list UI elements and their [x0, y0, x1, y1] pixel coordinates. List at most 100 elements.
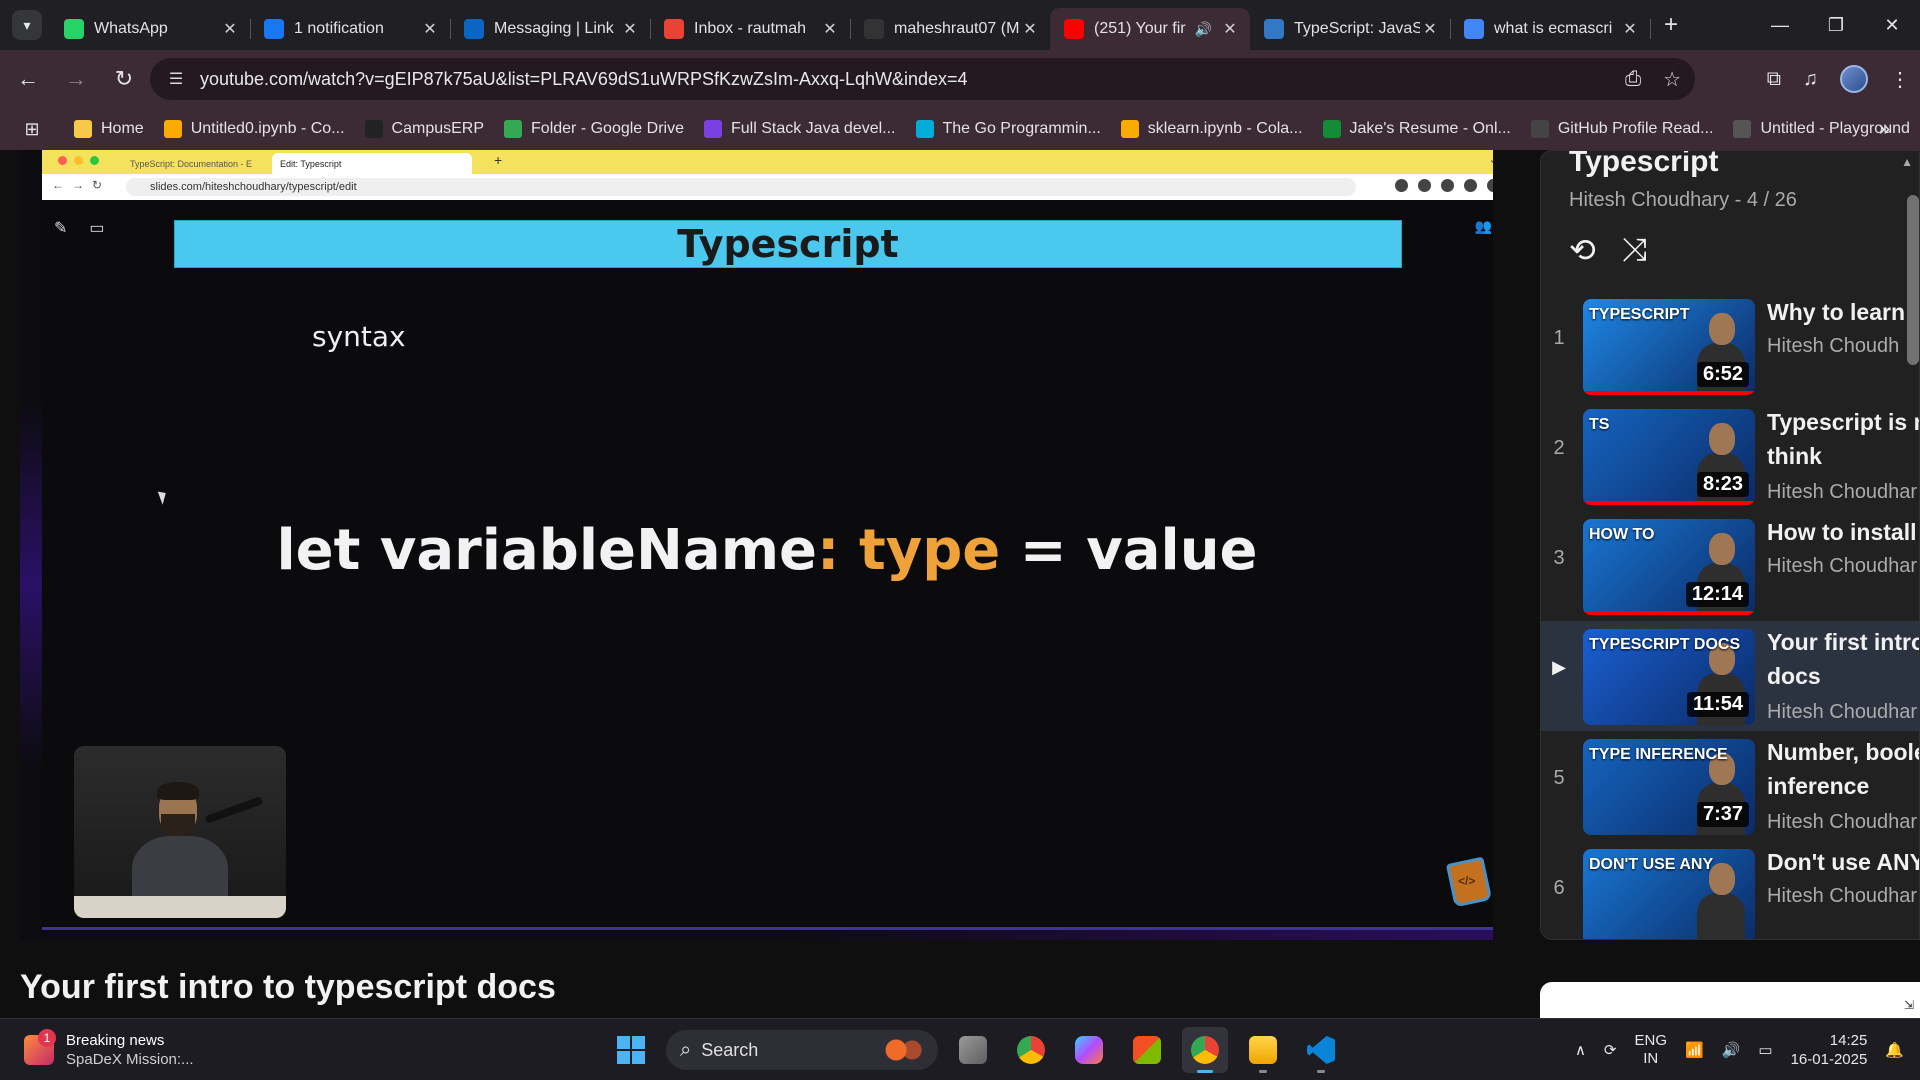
store-app[interactable]	[1124, 1027, 1170, 1073]
bookmark-item[interactable]: CampusERP	[364, 120, 484, 138]
reload-icon[interactable]: ↻	[104, 59, 144, 99]
bookmark-label: Home	[101, 120, 144, 137]
sync-icon[interactable]: ⟳	[1604, 1041, 1617, 1059]
bookmark-star-icon[interactable]: ☆	[1663, 67, 1681, 92]
site-info-icon[interactable]: ☰	[158, 69, 194, 89]
playlist-item[interactable]: 6 DON'T USE ANY Don't use ANY Hitesh Choudh…	[1541, 841, 1919, 939]
start-button[interactable]	[608, 1027, 654, 1073]
more-bookmarks-icon[interactable]: »	[1879, 118, 1890, 141]
browser-tab[interactable]: maheshraut07 (M ✕	[850, 8, 1050, 50]
playlist-item[interactable]: 3 HOW TO 12:14 How to install Hitesh Choudha…	[1541, 511, 1919, 621]
battery-icon[interactable]: ▭	[1758, 1041, 1772, 1059]
notification-bell-icon[interactable]: 🔔	[1885, 1041, 1904, 1059]
playlist-video-title[interactable]: Don't use ANY	[1767, 845, 1919, 879]
close-tab-icon[interactable]: ✕	[1420, 19, 1440, 39]
chrome-icon	[1191, 1036, 1219, 1064]
news-headline: Breaking news	[66, 1032, 165, 1049]
url-text[interactable]: youtube.com/watch?v=gEIP87k75aU&list=PLR…	[200, 69, 968, 90]
new-tab-button[interactable]: +	[1654, 11, 1688, 39]
browser-tab[interactable]: (251) Your fir 🔊 ✕	[1050, 8, 1250, 50]
volume-icon[interactable]: 🔊	[1722, 1041, 1741, 1059]
chrome-menu-icon[interactable]: ⋮	[1890, 67, 1910, 92]
wifi-icon[interactable]: 📶	[1685, 1041, 1704, 1059]
video-thumbnail[interactable]: TYPE INFERENCE 7:37	[1583, 739, 1755, 835]
playlist-video-title[interactable]: Your first intro docs	[1767, 625, 1919, 693]
vscode-app[interactable]	[1298, 1027, 1344, 1073]
close-tab-icon[interactable]: ✕	[420, 19, 440, 39]
video-player[interactable]: TypeScript: Documentation - E Edit: Type…	[20, 150, 1493, 940]
browser-tab[interactable]: WhatsApp ✕	[50, 8, 251, 50]
playlist-video-title[interactable]: How to install	[1767, 515, 1919, 549]
playlist-video-title[interactable]: Why to learn	[1767, 295, 1919, 329]
address-bar[interactable]: ☰ youtube.com/watch?v=gEIP87k75aU&list=P…	[150, 58, 1695, 100]
video-inner-url: slides.com/hiteshchoudhary/typescript/ed…	[126, 178, 1356, 196]
bookmark-item[interactable]: sklearn.ipynb - Cola...	[1120, 120, 1303, 138]
bookmark-item[interactable]: Folder - Google Drive	[504, 120, 684, 138]
language-indicator[interactable]: ENG IN	[1635, 1032, 1668, 1068]
video-duration: 6:52	[1696, 362, 1749, 387]
task-view-button[interactable]	[950, 1027, 996, 1073]
news-widget[interactable]: 1 Breaking news SpaDeX Mission:...	[24, 1029, 194, 1069]
video-thumbnail[interactable]: TYPESCRIPT 6:52	[1583, 299, 1755, 395]
tab-search-icon[interactable]: ▾	[12, 10, 42, 40]
minimize-icon[interactable]: —	[1752, 0, 1808, 50]
news-subline: SpaDeX Mission:...	[66, 1051, 194, 1068]
chevron-up-icon[interactable]: ▲	[1901, 155, 1913, 169]
video-inner-plus-icon: +	[494, 152, 503, 168]
playlist-title[interactable]: Typescript	[1569, 151, 1719, 179]
loop-icon[interactable]: ⟲	[1569, 231, 1596, 269]
playlist-index: 3	[1553, 547, 1565, 569]
apps-grid-icon[interactable]: ⊞	[10, 119, 54, 140]
drive-icon	[504, 120, 523, 138]
shuffle-icon[interactable]: ⤨	[1622, 231, 1648, 269]
browser-tab[interactable]: Inbox - rautmah ✕	[650, 8, 851, 50]
close-tab-icon[interactable]: ✕	[1020, 19, 1040, 39]
browser-tab[interactable]: what is ecmascri ✕	[1450, 8, 1651, 50]
chevron-up-icon[interactable]: ∧	[1575, 1041, 1586, 1059]
playlist-video-title[interactable]: Number, boole inference	[1767, 735, 1920, 803]
bookmark-label: GitHub Profile Read...	[1557, 120, 1714, 137]
bookmark-item[interactable]: Jake's Resume - Onl...	[1322, 120, 1511, 138]
browser-tab[interactable]: Messaging | Link ✕	[450, 8, 651, 50]
bookmark-item[interactable]: Untitled0.ipynb - Co...	[163, 120, 345, 138]
close-window-icon[interactable]: ✕	[1864, 0, 1920, 50]
tab-audio-icon[interactable]: 🔊	[1195, 21, 1212, 38]
copilot-app[interactable]	[1066, 1027, 1112, 1073]
bookmark-item[interactable]: Full Stack Java devel...	[703, 120, 896, 138]
bookmark-item[interactable]: Home	[74, 120, 144, 138]
back-icon[interactable]: ←	[8, 59, 48, 99]
video-thumbnail[interactable]: TYPESCRIPT DOCS 11:54	[1583, 629, 1755, 725]
close-tab-icon[interactable]: ✕	[1220, 19, 1240, 39]
taskbar-search[interactable]: ⌕ Search	[666, 1030, 938, 1070]
playlist-item[interactable]: 5 TYPE INFERENCE 7:37 Number, boole inferenc…	[1541, 731, 1920, 841]
browser-tab[interactable]: TypeScript: JavaS ✕	[1250, 8, 1451, 50]
playlist-item[interactable]: ▶ TYPESCRIPT DOCS 11:54 Your first intro doc…	[1541, 621, 1919, 731]
browser-tab[interactable]: 1 notification ✕	[250, 8, 451, 50]
close-tab-icon[interactable]: ✕	[820, 19, 840, 39]
video-thumbnail[interactable]: HOW TO 12:14	[1583, 519, 1755, 615]
clock[interactable]: 14:25 16-01-2025	[1791, 1031, 1868, 1069]
windows-logo-icon	[617, 1036, 645, 1064]
restore-icon[interactable]: ❐	[1808, 0, 1864, 50]
bookmark-item[interactable]: GitHub Profile Read...	[1530, 120, 1714, 138]
bookmark-item[interactable]: The Go Programmin...	[915, 120, 1101, 138]
close-tab-icon[interactable]: ✕	[220, 19, 240, 39]
video-thumbnail[interactable]: TS 8:23	[1583, 409, 1755, 505]
forward-icon[interactable]: →	[56, 59, 96, 99]
media-controls-icon[interactable]: ♫	[1803, 68, 1818, 91]
profile-avatar[interactable]	[1840, 65, 1868, 93]
playlist-item[interactable]: 1 TYPESCRIPT 6:52 Why to learn Hitesh Choudh	[1541, 291, 1919, 401]
chrome-profile-app[interactable]	[1182, 1027, 1228, 1073]
close-tab-icon[interactable]: ✕	[620, 19, 640, 39]
close-tab-icon[interactable]: ✕	[1620, 19, 1640, 39]
title-line: Number, boole	[1767, 739, 1920, 765]
install-app-icon[interactable]: ⎙	[1625, 68, 1641, 91]
expand-icon[interactable]: ⇲	[1904, 998, 1914, 1012]
notification-icon	[264, 19, 284, 39]
video-thumbnail[interactable]: DON'T USE ANY	[1583, 849, 1755, 939]
playlist-item[interactable]: 2 TS 8:23 Typescript is n think Hitesh Choudh…	[1541, 401, 1919, 511]
extensions-icon[interactable]: ⧉	[1767, 68, 1781, 91]
chrome-app[interactable]	[1008, 1027, 1054, 1073]
file-explorer-app[interactable]	[1240, 1027, 1286, 1073]
playlist-video-title[interactable]: Typescript is n think	[1767, 405, 1919, 473]
